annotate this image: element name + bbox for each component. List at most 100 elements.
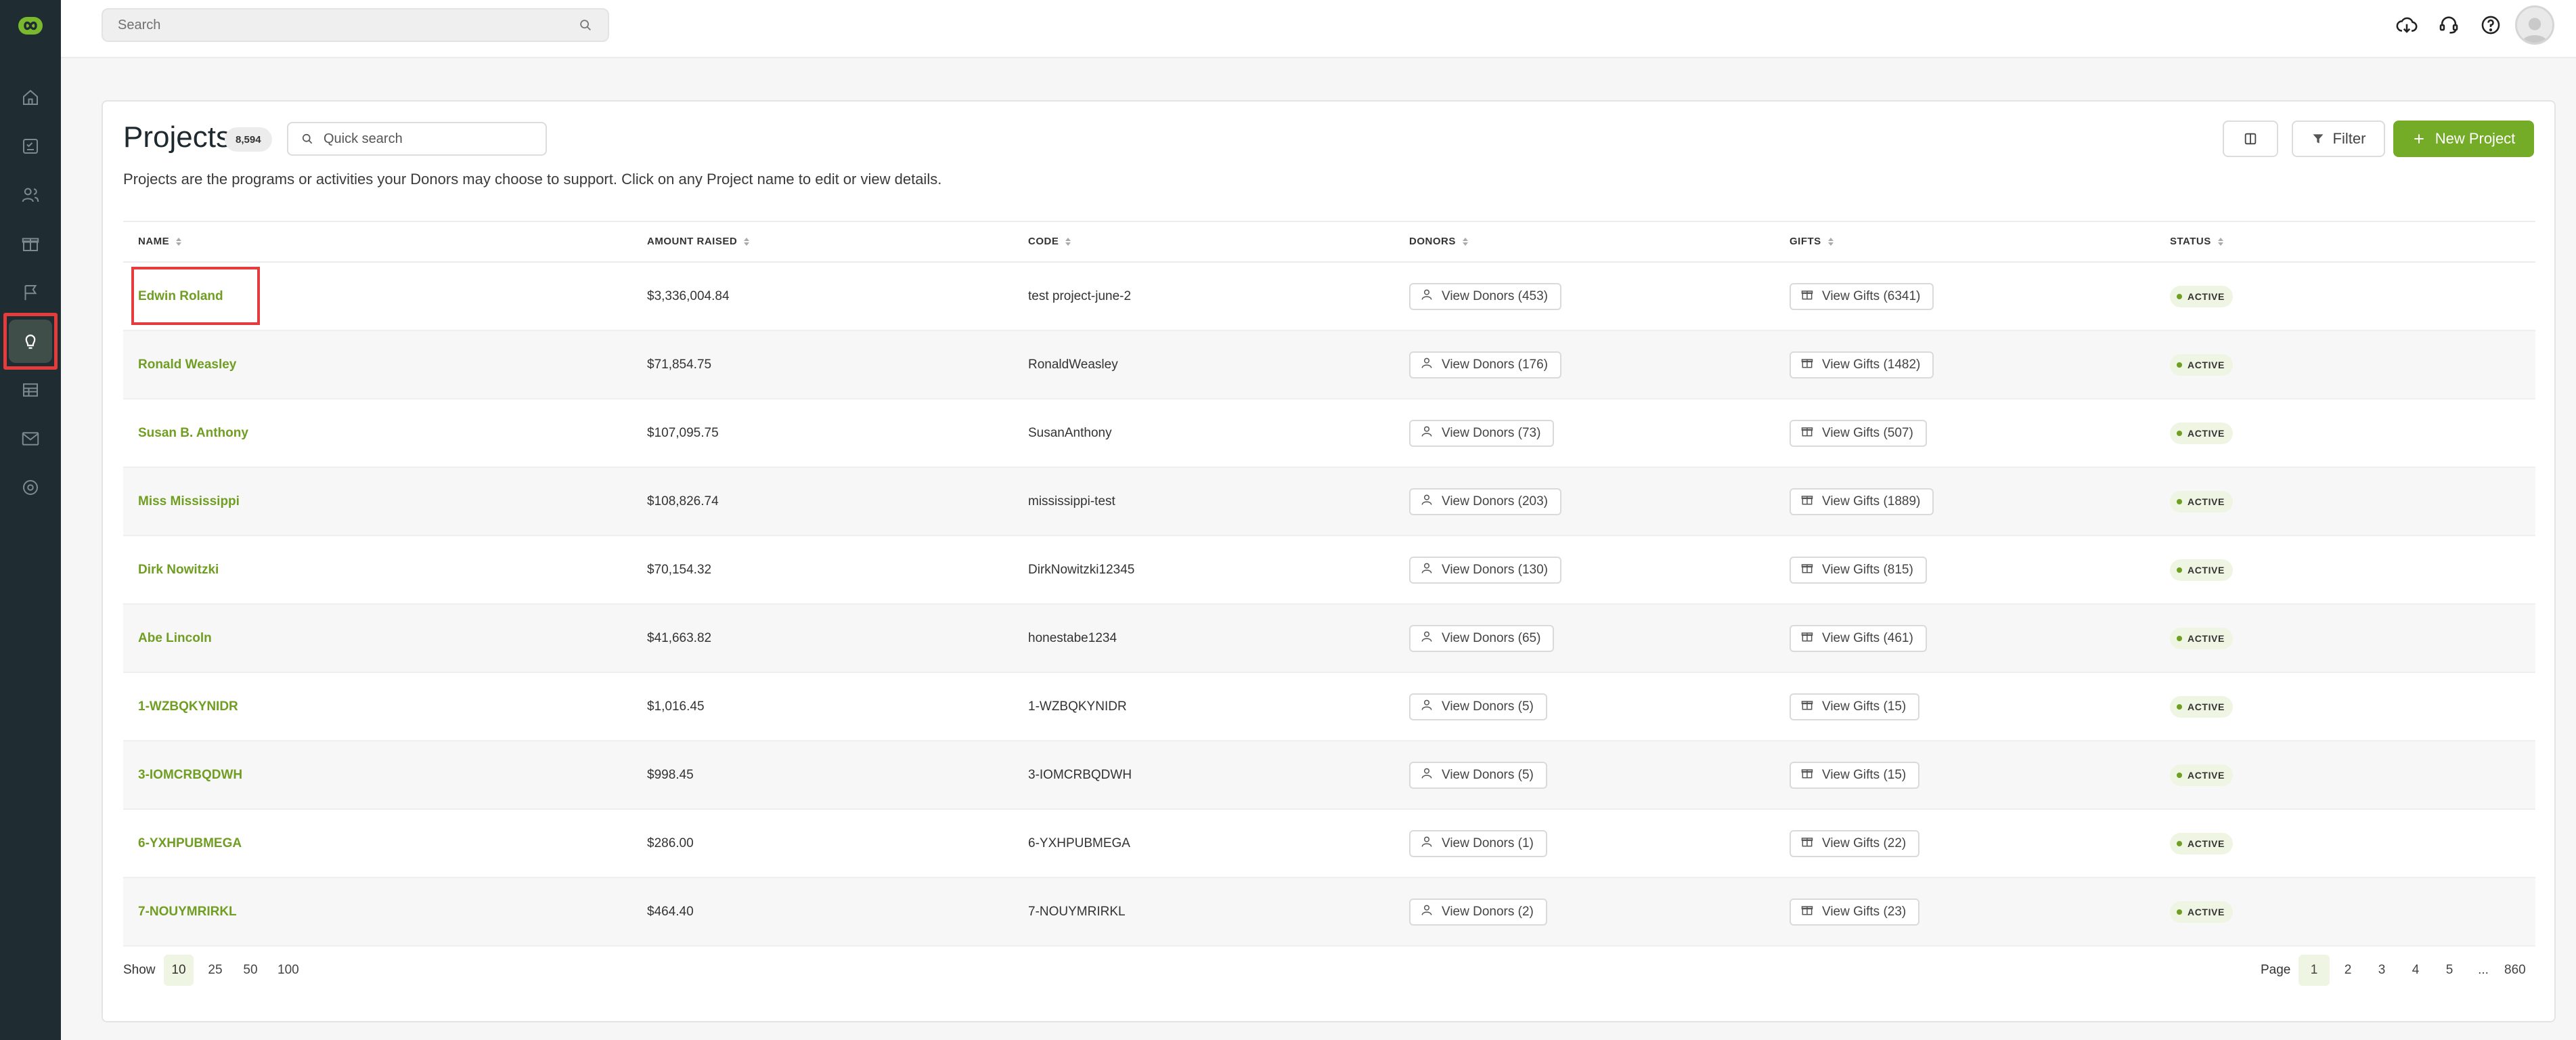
gift-icon [1800, 835, 1814, 852]
new-project-label: New Project [2435, 130, 2516, 147]
view-donors-label: View Donors (5) [1442, 699, 1534, 714]
table-row: Edwin Roland $3,336,004.84 test project-ju… [123, 263, 2535, 331]
view-gifts-button[interactable]: View Gifts (1482) [1790, 351, 1934, 378]
user-icon [1420, 630, 1434, 647]
filter-button[interactable]: Filter [2292, 121, 2385, 157]
view-donors-label: View Donors (5) [1442, 767, 1534, 782]
status-dot [2177, 362, 2182, 368]
gift-icon [1800, 425, 1814, 442]
cloud-download-icon[interactable] [2393, 12, 2420, 39]
page-size-50[interactable]: 50 [236, 955, 265, 986]
table-icon [23, 383, 38, 397]
cell-amount: $1,016.45 [647, 699, 705, 714]
count-badge: 8,594 [225, 127, 272, 152]
view-gifts-button[interactable]: View Gifts (507) [1790, 419, 1927, 447]
view-donors-button[interactable]: View Donors (176) [1409, 351, 1562, 378]
view-gifts-button[interactable]: View Gifts (22) [1790, 829, 1920, 857]
logo-icon[interactable] [14, 12, 47, 39]
user-icon [1420, 561, 1434, 579]
view-donors-button[interactable]: View Donors (5) [1409, 761, 1547, 789]
view-donors-button[interactable]: View Donors (2) [1409, 898, 1547, 926]
view-donors-button[interactable]: View Donors (453) [1409, 282, 1562, 310]
sidebar-item-settings[interactable] [0, 463, 61, 512]
sidebar-item-projects[interactable] [0, 313, 61, 370]
project-name-link[interactable]: 7-NOUYMRIRKL [138, 905, 237, 919]
status-label: ACTIVE [2188, 838, 2225, 849]
page-button-1[interactable]: 1 [2299, 955, 2330, 986]
view-gifts-button[interactable]: View Gifts (23) [1790, 898, 1920, 926]
view-donors-button[interactable]: View Donors (73) [1409, 419, 1555, 447]
help-icon[interactable] [2477, 12, 2504, 39]
user-icon [1420, 766, 1434, 784]
sidebar-item-messages[interactable] [0, 414, 61, 463]
column-header-amount[interactable]: AMOUNT RAISED [647, 236, 750, 247]
cell-code: 3-IOMCRBQDWH [1028, 767, 1132, 782]
status-badge: ACTIVE [2170, 695, 2233, 718]
new-project-button[interactable]: New Project [2393, 121, 2534, 157]
sidebar-item-tasks[interactable] [0, 122, 61, 171]
cell-donors: View Donors (73) [1409, 399, 1555, 467]
project-name-link[interactable]: 6-YXHPUBMEGA [138, 836, 242, 851]
project-name-link[interactable]: 3-IOMCRBQDWH [138, 768, 242, 783]
support-headset-icon[interactable] [2435, 12, 2462, 39]
sidebar-item-home[interactable] [0, 73, 61, 122]
global-search-input[interactable]: Search [102, 8, 609, 42]
columns-toggle-button[interactable] [2223, 121, 2278, 157]
sidebar-item-campaigns[interactable] [0, 268, 61, 317]
cell-code: test project-june-2 [1028, 288, 1132, 303]
status-label: ACTIVE [2188, 496, 2225, 507]
view-donors-button[interactable]: View Donors (203) [1409, 488, 1562, 515]
cell-amount: $41,663.82 [647, 630, 712, 645]
view-donors-button[interactable]: View Donors (5) [1409, 693, 1547, 720]
user-icon [1420, 835, 1434, 852]
status-dot [2177, 498, 2182, 504]
status-badge: ACTIVE [2170, 559, 2233, 581]
cell-status: ACTIVE [2170, 605, 2233, 672]
view-donors-button[interactable]: View Donors (1) [1409, 829, 1547, 857]
view-gifts-button[interactable]: View Gifts (6341) [1790, 282, 1934, 310]
project-name-link[interactable]: Abe Lincoln [138, 631, 212, 646]
filter-label: Filter [2332, 130, 2366, 147]
view-gifts-button[interactable]: View Gifts (1889) [1790, 488, 1934, 515]
view-donors-label: View Donors (130) [1442, 562, 1549, 577]
view-donors-button[interactable]: View Donors (130) [1409, 556, 1562, 584]
view-gifts-button[interactable]: View Gifts (461) [1790, 624, 1927, 652]
table-footer: Show 10 25 50 100 Page 1 2 3 4 5 ... 860 [123, 953, 2534, 989]
project-name-link[interactable]: Miss Mississippi [138, 494, 240, 509]
view-donors-button[interactable]: View Donors (65) [1409, 624, 1555, 652]
column-header-donors[interactable]: DONORS [1409, 236, 1468, 247]
view-donors-label: View Donors (1) [1442, 836, 1534, 850]
view-gifts-label: View Gifts (15) [1822, 699, 1907, 714]
view-donors-label: View Donors (176) [1442, 357, 1549, 372]
projects-table: NAME AMOUNT RAISED CODE DONORS GIFTS STA… [123, 221, 2535, 947]
column-header-status[interactable]: STATUS [2170, 236, 2223, 247]
project-name-link[interactable]: Ronald Weasley [138, 358, 236, 372]
page-size-25[interactable]: 25 [200, 955, 230, 986]
project-name-link[interactable]: Dirk Nowitzki [138, 563, 219, 578]
view-gifts-button[interactable]: View Gifts (815) [1790, 556, 1927, 584]
project-name-link[interactable]: Edwin Roland [138, 289, 223, 304]
page-button-4[interactable]: 4 [2400, 955, 2431, 986]
column-header-name[interactable]: NAME [138, 236, 182, 247]
page-size-100[interactable]: 100 [271, 955, 306, 986]
page-button-3[interactable]: 3 [2366, 955, 2397, 986]
avatar[interactable] [2515, 5, 2554, 45]
page-button-5[interactable]: 5 [2434, 955, 2465, 986]
cell-amount: $464.40 [647, 904, 694, 919]
sidebar-item-gifts[interactable] [0, 219, 61, 268]
sidebar-item-donors[interactable] [0, 171, 61, 219]
project-name-link[interactable]: 1-WZBQKYNIDR [138, 699, 238, 714]
page-button-last[interactable]: 860 [2499, 955, 2531, 986]
sidebar-item-reports[interactable] [0, 366, 61, 414]
quick-search-input[interactable]: Quick search [287, 122, 547, 156]
page-button-2[interactable]: 2 [2332, 955, 2363, 986]
view-gifts-button[interactable]: View Gifts (15) [1790, 761, 1920, 789]
cell-name: 6-YXHPUBMEGA [138, 810, 242, 877]
cell-name: 1-WZBQKYNIDR [138, 673, 238, 740]
column-header-gifts[interactable]: GIFTS [1790, 236, 1834, 247]
project-name-link[interactable]: Susan B. Anthony [138, 426, 248, 441]
column-header-code[interactable]: CODE [1028, 236, 1071, 247]
columns-icon [2244, 133, 2257, 145]
view-gifts-button[interactable]: View Gifts (15) [1790, 693, 1920, 720]
page-size-10[interactable]: 10 [164, 955, 194, 986]
